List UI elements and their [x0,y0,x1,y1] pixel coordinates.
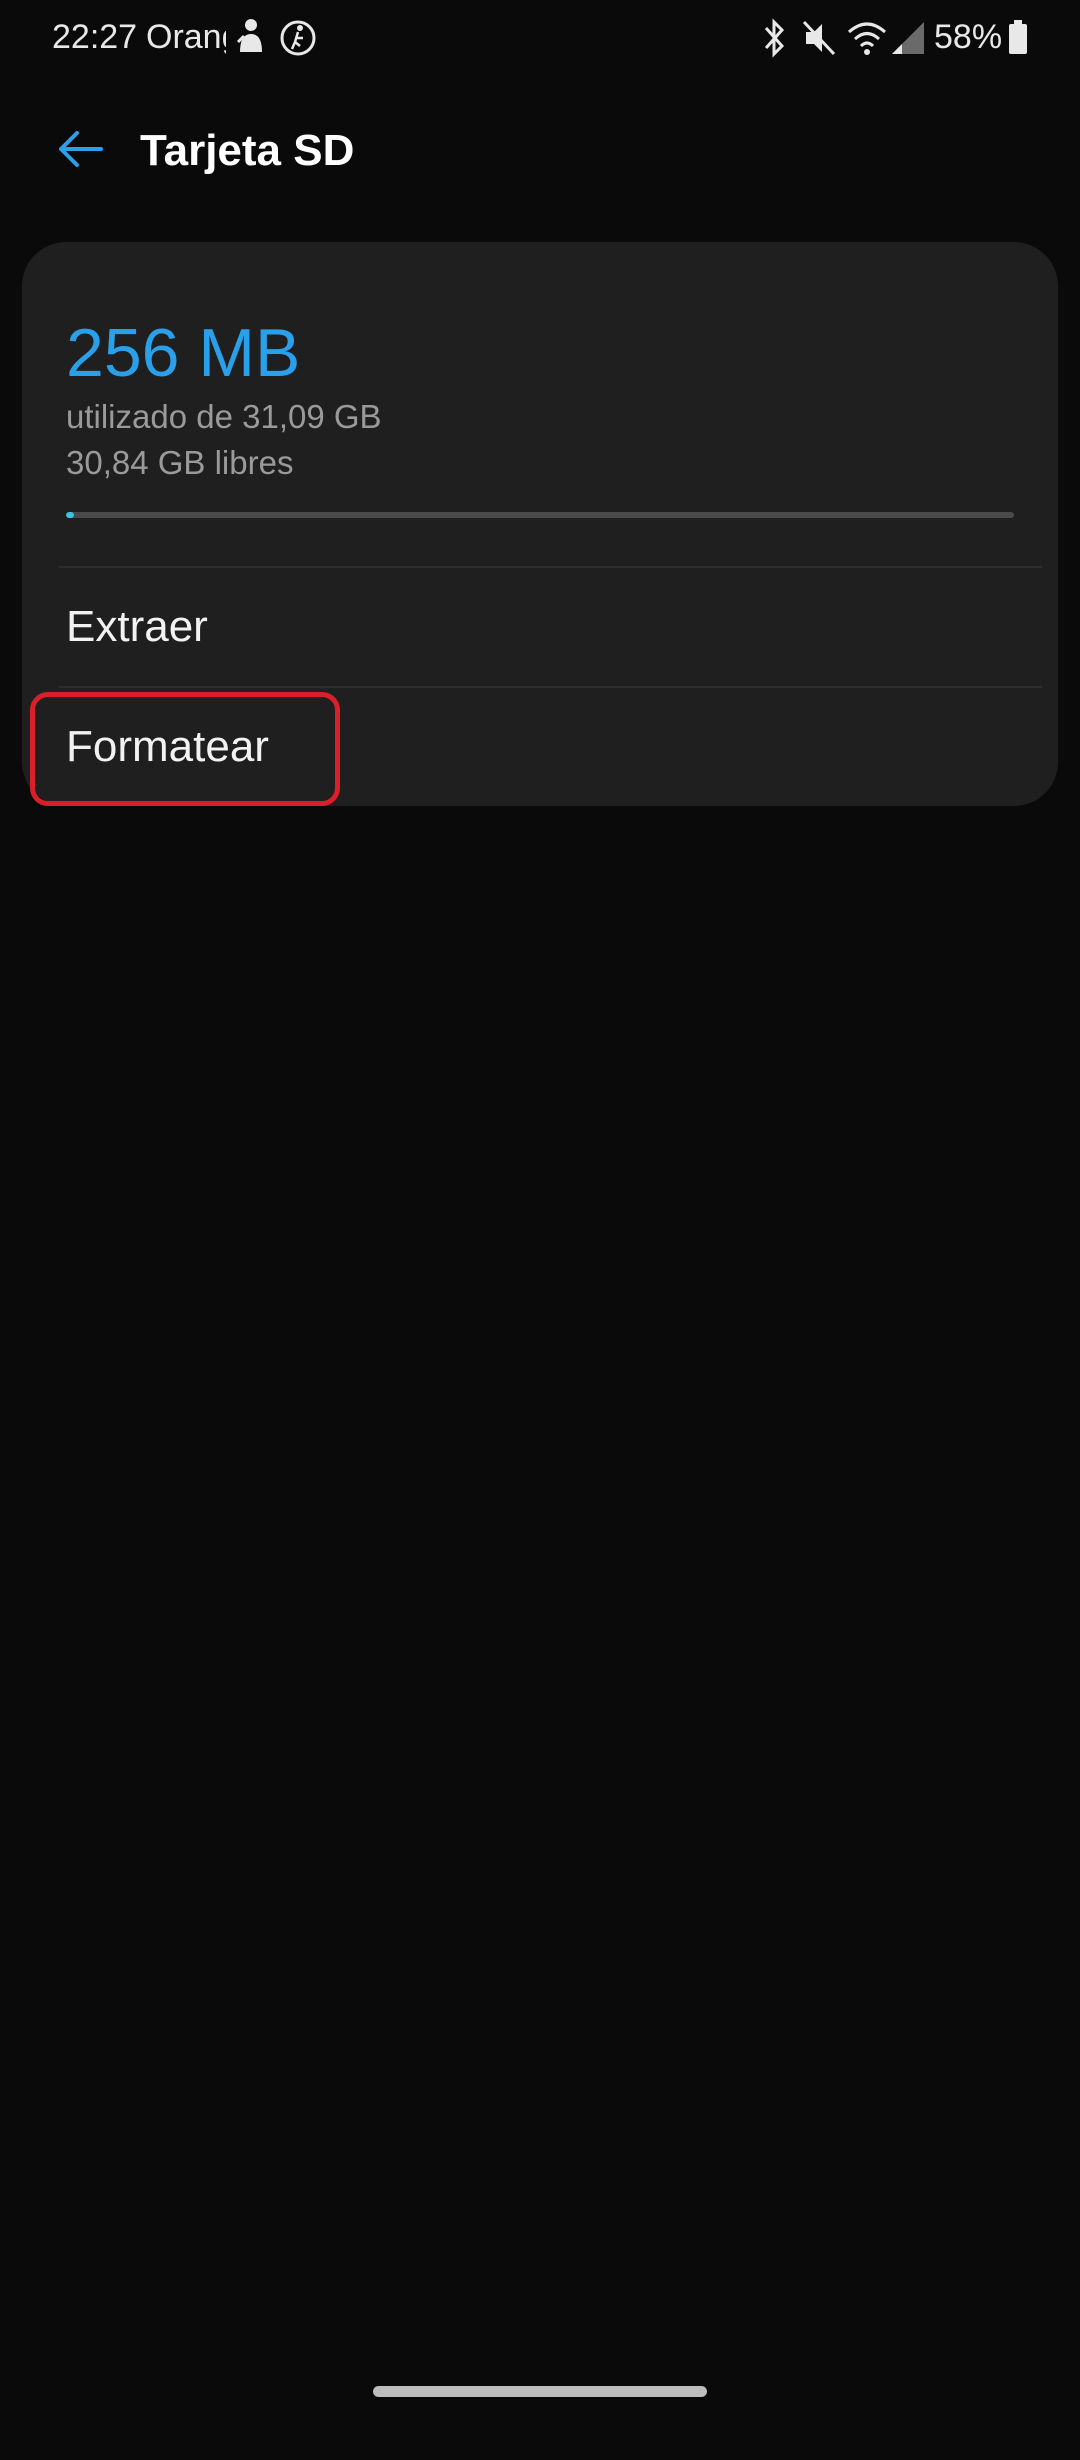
home-indicator[interactable] [373,2386,707,2397]
highlight-box [30,692,340,806]
unmount-button[interactable]: Extraer [22,568,1058,686]
status-time: 22:27 [52,18,138,56]
status-carrier: Orange [146,18,226,56]
battery-percent: 58% [934,18,1003,56]
wifi-icon [846,16,888,65]
storage-progress-bar [66,512,1014,518]
used-of-total: utilizado de 31,09 GB [66,398,382,435]
signal-icon [890,16,926,65]
mute-icon [800,16,838,65]
storage-progress-fill [66,512,74,518]
page-title: Tarjeta SD [140,126,355,175]
app-bar: Tarjeta SD [0,90,1080,210]
free-space: 30,84 GB libres [66,444,294,481]
arrow-left-icon [55,127,105,176]
used-size: 256 MB [66,315,301,391]
notification-icon [234,16,268,65]
walking-icon [278,16,318,65]
menu-item-label: Extraer [66,602,208,651]
back-button[interactable] [40,116,120,186]
bluetooth-icon [760,16,788,65]
status-bar: 22:27 Orange [0,0,1080,80]
battery-icon [1006,16,1030,65]
